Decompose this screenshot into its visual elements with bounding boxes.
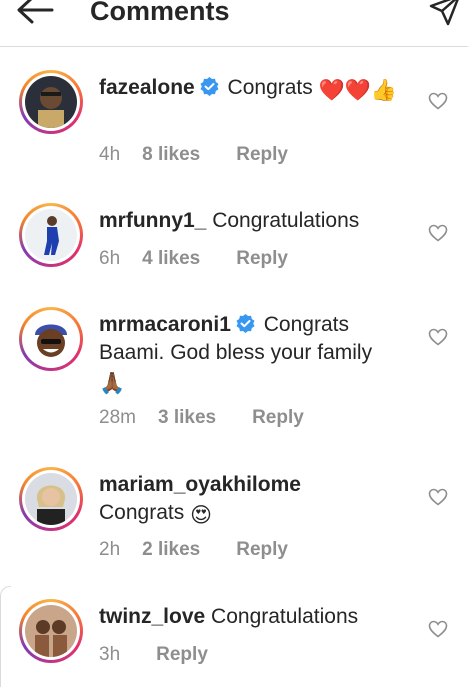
comment-emoji: 🙏🏾: [99, 372, 126, 395]
comment-time: 6h: [99, 248, 121, 269]
comment-likes[interactable]: 8 likes: [142, 143, 200, 167]
comment-text: Congratulations: [211, 605, 359, 628]
comment-username[interactable]: mrmacaroni1: [99, 313, 231, 336]
comment-username[interactable]: twinz_love: [99, 605, 205, 628]
reply-button[interactable]: Reply: [156, 643, 208, 667]
comment-text: Congratulations: [212, 209, 360, 232]
comment-username[interactable]: mariam_oyakhilome: [99, 473, 301, 496]
direct-send-icon[interactable]: [428, 0, 462, 28]
heart-icon[interactable]: [428, 328, 448, 346]
comment-text: Congrats: [99, 501, 185, 524]
avatar[interactable]: [19, 467, 83, 531]
verified-badge-icon: [236, 314, 255, 333]
comment-meta: 28m 3 likes Reply: [99, 406, 304, 430]
avatar[interactable]: [19, 307, 83, 371]
comment-meta: 4h 8 likes Reply: [99, 143, 288, 167]
comments-header: Comments: [0, 0, 468, 47]
heart-icon[interactable]: [428, 92, 448, 110]
comment-text: Congrats: [227, 76, 313, 99]
comment-likes[interactable]: 3 likes: [158, 406, 216, 430]
verified-badge-icon: [200, 77, 219, 96]
comment-time: 2h: [99, 539, 121, 560]
heart-icon[interactable]: [428, 224, 448, 242]
avatar[interactable]: [19, 203, 83, 267]
page-title: Comments: [90, 0, 230, 26]
comment-meta: 3h Reply: [99, 643, 208, 667]
comment-username[interactable]: fazealone: [99, 76, 195, 99]
avatar[interactable]: [19, 599, 83, 663]
comment-text-line2: Baami. God bless your family: [99, 341, 373, 364]
reply-button[interactable]: Reply: [236, 247, 288, 271]
comment-likes[interactable]: 2 likes: [142, 538, 200, 562]
reply-button[interactable]: Reply: [236, 143, 288, 167]
reply-thread-line: [0, 586, 11, 687]
comment-meta: 2h 2 likes Reply: [99, 538, 288, 562]
comment-meta: 6h 4 likes Reply: [99, 247, 288, 271]
comment-time: 4h: [99, 144, 121, 165]
reply-button[interactable]: Reply: [252, 406, 304, 430]
heart-icon[interactable]: [428, 488, 448, 506]
reply-button[interactable]: Reply: [236, 538, 288, 562]
comment-time: 28m: [99, 407, 136, 428]
avatar[interactable]: [19, 70, 83, 134]
comment-text: Congrats: [263, 313, 349, 336]
comment-emoji: 😍: [190, 504, 212, 527]
arrow-left-icon[interactable]: [14, 0, 56, 30]
comment-username[interactable]: mrfunny1_: [99, 209, 206, 232]
heart-icon[interactable]: [428, 620, 448, 638]
comment-time: 3h: [99, 644, 121, 665]
comment-likes[interactable]: 4 likes: [142, 247, 200, 271]
comment-emoji: ❤️❤️👍: [318, 79, 398, 102]
